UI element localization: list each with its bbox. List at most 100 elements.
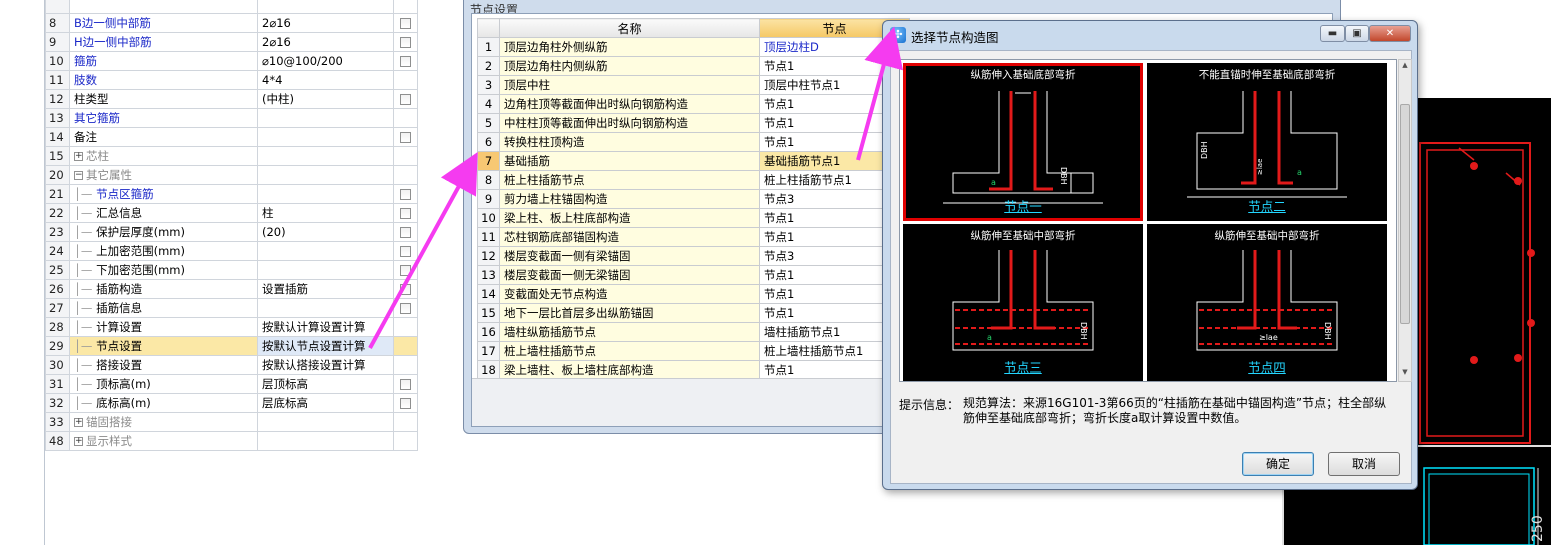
property-value[interactable]: 2⌀16 [257,13,394,33]
node-setting-row[interactable]: 16 墙柱纵筋插筋节点 墙柱插筋节点1 [477,322,910,342]
checkbox[interactable] [400,132,411,143]
property-value[interactable]: (20) [257,222,394,242]
property-row[interactable]: 27 │— 插筋信息 [45,298,418,318]
node-setting-row[interactable]: 7 基础插筋 基础插筋节点1 [477,151,910,171]
property-row[interactable]: 30 │— 搭接设置 按默认搭接设置计算 [45,355,418,375]
expand-icon[interactable]: + [74,152,83,161]
node-setting-row[interactable]: 2 顶层边角柱内侧纵筋 节点1 [477,56,910,76]
property-value[interactable]: 按默认搭接设置计算 [257,355,394,375]
node-setting-row[interactable]: 5 中柱柱顶等截面伸出时纵向钢筋构造 节点1 [477,113,910,133]
node-thumb-3[interactable]: 纵筋伸至基础中部弯折 a DBH 节点三 [903,224,1143,381]
node-setting-row[interactable]: 8 桩上柱插筋节点 桩上柱插筋节点1 [477,170,910,190]
node-setting-row[interactable]: 11 芯柱钢筋底部锚固构造 节点1 [477,227,910,247]
expand-icon[interactable]: − [74,171,83,180]
property-value[interactable]: 按默认计算设置计算 [257,317,394,337]
checkbox[interactable] [400,37,411,48]
property-value[interactable]: (中柱) [257,89,394,109]
expand-icon[interactable]: + [74,437,83,446]
scroll-up-icon[interactable]: ▲ [1400,61,1410,71]
minimize-button[interactable]: ▬ [1320,25,1345,42]
property-row[interactable]: 29 │— 节点设置 按默认节点设置计算 [45,336,418,356]
property-value[interactable]: 层顶标高 [257,374,394,394]
property-row[interactable]: 20− 其它属性 [45,165,418,185]
property-value[interactable]: 柱 [257,203,394,223]
cancel-button[interactable]: 取消 [1328,452,1400,476]
property-row[interactable]: 13 其它箍筋 [45,108,418,128]
checkbox[interactable] [400,379,411,390]
node-setting-row[interactable]: 13 楼层变截面一侧无梁锚固 节点1 [477,265,910,285]
gallery-scrollbar[interactable]: ▲ ▼ [1398,59,1412,382]
scroll-thumb[interactable] [1400,104,1410,324]
maximize-button[interactable]: ▣ [1345,25,1369,42]
property-row[interactable]: 22 │— 汇总信息柱 [45,203,418,223]
checkbox[interactable] [400,189,411,200]
node-setting-row[interactable]: 17 桩上墙柱插筋节点 桩上墙柱插筋节点1 [477,341,910,361]
checkbox[interactable] [400,56,411,67]
property-row[interactable]: 48 + 显示样式 [45,431,418,451]
property-row[interactable]: 28 │— 计算设置 按默认计算设置计算 [45,317,418,337]
property-value[interactable]: 按默认节点设置计算 [257,336,394,356]
property-value[interactable] [257,0,394,14]
node-setting-row[interactable]: 15 地下一层比首层多出纵筋锚固 节点1 [477,303,910,323]
node-setting-row[interactable]: 6 转换柱柱顶构造 节点1 [477,132,910,152]
node-setting-row[interactable]: 3 顶层中柱 顶层中柱节点1 [477,75,910,95]
property-row[interactable]: 15 + 芯柱 [45,146,418,166]
property-row[interactable]: 8 B边一侧中部筋 2⌀16 [45,13,418,33]
node-thumb-1[interactable]: 纵筋伸入基础底部弯折 DBH a 节点一 [903,63,1143,221]
checkbox[interactable] [400,208,411,219]
property-row[interactable]: 11 肢数 4*4 [45,70,418,90]
node-setting-row[interactable]: 18 梁上墙柱、板上墙柱底部构造 节点1 [477,360,910,380]
property-value[interactable]: 4*4 [257,70,394,90]
checkbox[interactable] [400,246,411,257]
property-value[interactable]: 层底标高 [257,393,394,413]
property-value[interactable]: 设置插筋 [257,279,394,299]
property-row[interactable]: 12 柱类型 (中柱) [45,89,418,109]
expand-icon[interactable]: + [74,418,83,427]
property-value[interactable]: 2⌀16 [257,32,394,52]
node-setting-row[interactable]: 14 变截面处无节点构造 节点1 [477,284,910,304]
property-row[interactable]: 23 │— 保护层厚度(mm) (20) [45,222,418,242]
property-row[interactable]: 32 │— 底标高(m) 层底标高 [45,393,418,413]
checkbox[interactable] [400,284,411,295]
node-setting-row[interactable]: 12 楼层变截面一侧有梁锚固 节点3 [477,246,910,266]
node-setting-name: 楼层变截面一侧有梁锚固 [499,246,760,266]
checkbox[interactable] [400,398,411,409]
node-setting-row[interactable]: 1 顶层边角柱外侧纵筋 顶层边柱D [477,37,910,57]
checkbox[interactable] [400,265,411,276]
checkbox[interactable] [400,94,411,105]
node-setting-row[interactable]: 9 剪力墙上柱锚固构造 节点3 [477,189,910,209]
property-row[interactable]: 24 │— 上加密范围(mm) [45,241,418,261]
property-value[interactable] [257,165,394,185]
node-setting-row[interactable]: 10 梁上柱、板上柱底部构造 节点1 [477,208,910,228]
property-value[interactable] [257,108,394,128]
property-value[interactable] [257,127,394,147]
header-name[interactable]: 名称 [499,18,760,38]
node-setting-row[interactable]: 4 边角柱顶等截面伸出时纵向钢筋构造 节点1 [477,94,910,114]
tree-line-icon: │— [74,206,97,220]
property-row[interactable]: 31 │— 顶标高(m) 层顶标高 [45,374,418,394]
ok-button[interactable]: 确定 [1242,452,1314,476]
checkbox[interactable] [400,303,411,314]
property-row[interactable]: 33 + 锚固搭接 [45,412,418,432]
property-row[interactable]: 9 H边一侧中部筋 2⌀16 [45,32,418,52]
property-value[interactable] [257,431,394,451]
property-row[interactable]: 14 备注 [45,127,418,147]
checkbox[interactable] [400,227,411,238]
property-value[interactable] [257,412,394,432]
property-row[interactable]: 10 箍筋 ⌀10@100/200 [45,51,418,71]
property-value[interactable] [257,241,394,261]
property-row[interactable]: 26 │— 插筋构造 设置插筋 [45,279,418,299]
checkbox[interactable] [400,18,411,29]
property-value[interactable] [257,298,394,318]
property-value[interactable]: ⌀10@100/200 [257,51,394,71]
property-value[interactable] [257,260,394,280]
property-value[interactable] [257,146,394,166]
property-value[interactable] [257,184,394,204]
node-thumb-2[interactable]: 不能直锚时伸至基础底部弯折 DBH ≥laе a 节点二 [1147,63,1387,221]
node-thumb-4[interactable]: 纵筋伸至基础中部弯折 ≥laе DBH 节点四 [1147,224,1387,381]
close-button[interactable]: ✕ [1369,25,1411,42]
property-row[interactable]: 21 │— 节点区箍筋 [45,184,418,204]
property-row[interactable] [45,0,418,14]
scroll-down-icon[interactable]: ▼ [1400,368,1410,378]
property-row[interactable]: 25 │— 下加密范围(mm) [45,260,418,280]
